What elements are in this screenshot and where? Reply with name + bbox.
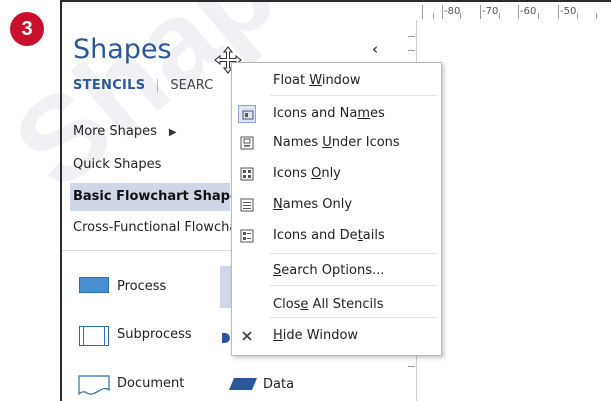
ruler-number: -80 [444, 6, 461, 17]
stencil-basic-flowchart[interactable]: Basic Flowchart Shapes [70, 183, 247, 211]
tab-search[interactable]: SEARC [170, 78, 213, 93]
menu-separator [270, 285, 437, 286]
ruler-tick [408, 50, 415, 51]
ruler-tick [518, 5, 519, 19]
panel-title: Shapes [73, 34, 172, 65]
ruler-tick [433, 13, 434, 19]
menu-item-1[interactable]: Icons and Names [232, 100, 441, 128]
menu-item-label: Icons Only [273, 166, 341, 181]
names-under-icons-icon [238, 134, 256, 152]
tab-stencils[interactable]: STENCILS [73, 78, 145, 93]
chevron-right-icon: ▶ [168, 127, 177, 138]
menu-item-label: Search Options... [273, 263, 385, 278]
shape-label-data: Data [263, 377, 295, 392]
ruler-number: -50 [560, 6, 577, 17]
menu-item-label: Names Only [273, 197, 353, 212]
ruler-tick [408, 36, 415, 37]
collapse-panel-button[interactable]: ‹ [372, 40, 378, 58]
menu-separator [270, 95, 437, 96]
ruler-tick [442, 5, 443, 19]
document-shape-icon[interactable] [78, 375, 110, 397]
stencil-basic-flowchart-label: Basic Flowchart Shapes [73, 189, 247, 204]
tab-divider [157, 78, 159, 93]
icons-only-icon [238, 165, 256, 183]
more-shapes-menu[interactable]: More Shapes ▶ [73, 124, 177, 139]
menu-item-label: Close All Stencils [273, 297, 384, 312]
menu-item-4[interactable]: Names Only [232, 191, 441, 219]
ruler-tick [460, 13, 461, 19]
data-shape-icon[interactable] [228, 377, 258, 391]
menu-item-5[interactable]: Icons and Details [232, 222, 441, 250]
shape-label-document: Document [117, 376, 185, 391]
ruler-tick [538, 13, 539, 19]
context-menu: Float Window Icons and Names Names Under I… [231, 62, 442, 356]
icons-and-details-icon [238, 227, 256, 245]
menu-separator [270, 317, 437, 318]
panel-tabs: STENCILS SEARC [73, 78, 213, 93]
frame-border-left [60, 0, 62, 401]
close-icon [238, 327, 256, 345]
shape-label-subprocess: Subprocess [117, 327, 192, 342]
ruler-tick [422, 5, 423, 19]
ruler-number: -70 [482, 6, 499, 17]
menu-item-label: Icons and Details [273, 228, 385, 243]
menu-item-2[interactable]: Names Under Icons [232, 129, 441, 157]
menu-item-8[interactable]: Hide Window [232, 322, 441, 350]
ruler-tick [480, 5, 481, 19]
screenshot-frame: Shape 3 Shapes STENCILS SEARC ‹ More Shap… [0, 0, 611, 401]
menu-item-label: Hide Window [273, 328, 359, 343]
quick-shapes-item[interactable]: Quick Shapes [73, 157, 161, 172]
icons-and-names-icon [238, 105, 256, 123]
step-badge: 3 [10, 12, 44, 46]
more-shapes-label: More Shapes [73, 124, 157, 139]
ruler-tick [558, 5, 559, 19]
ruler-tick [596, 13, 597, 19]
names-only-icon [238, 196, 256, 214]
subprocess-shape-icon[interactable] [79, 326, 109, 346]
ruler-tick [577, 13, 578, 19]
ruler-tick [499, 13, 500, 19]
menu-item-6[interactable]: Search Options... [232, 257, 441, 285]
shape-label-process: Process [117, 279, 167, 294]
menu-item-label: Float Window [273, 73, 361, 88]
ruler-tick [408, 366, 415, 367]
menu-separator [270, 253, 437, 254]
ruler-number: -60 [520, 6, 537, 17]
menu-item-3[interactable]: Icons Only [232, 160, 441, 188]
menu-item-label: Icons and Names [273, 106, 385, 121]
ruler-top: -80 -70 -60 -50 [398, 2, 611, 20]
stencil-divider [62, 250, 232, 251]
menu-item-label: Names Under Icons [273, 135, 400, 150]
menu-item-0[interactable]: Float Window [232, 67, 441, 95]
process-shape-icon[interactable] [79, 277, 109, 293]
menu-item-7[interactable]: Close All Stencils [232, 291, 441, 319]
